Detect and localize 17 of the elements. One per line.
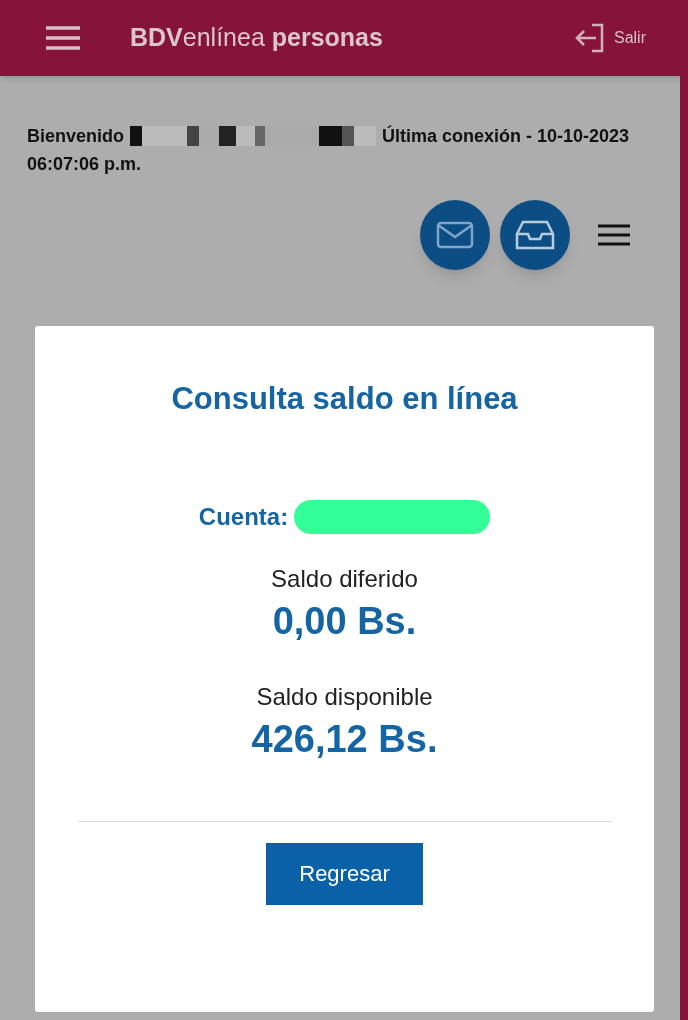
envelope-icon: [436, 221, 474, 249]
menu-icon[interactable]: [598, 224, 630, 246]
dialog-title: Consulta saldo en línea: [171, 380, 518, 418]
app-title: BDVenlínea personas: [130, 22, 383, 54]
logout-icon: [574, 23, 606, 53]
menu-icon[interactable]: [46, 26, 80, 50]
balance-label: Saldo diferido: [271, 563, 418, 594]
last-login-time: 06:07:06 p.m.: [27, 153, 142, 176]
balance-amount: 0,00 Bs.: [272, 598, 417, 644]
back-button[interactable]: Regresar: [266, 842, 423, 905]
account-label: Cuenta:: [198, 501, 289, 532]
welcome-text: Bienvenido: [27, 125, 124, 148]
balance-label: Saldo disponible: [256, 681, 433, 712]
inbox-tray-icon: [515, 220, 555, 250]
last-login-text: Última conexión - 10-10-2023: [382, 124, 630, 148]
exit-button[interactable]: Salir: [574, 23, 646, 53]
balance-amount: 426,12 Bs.: [251, 716, 438, 762]
